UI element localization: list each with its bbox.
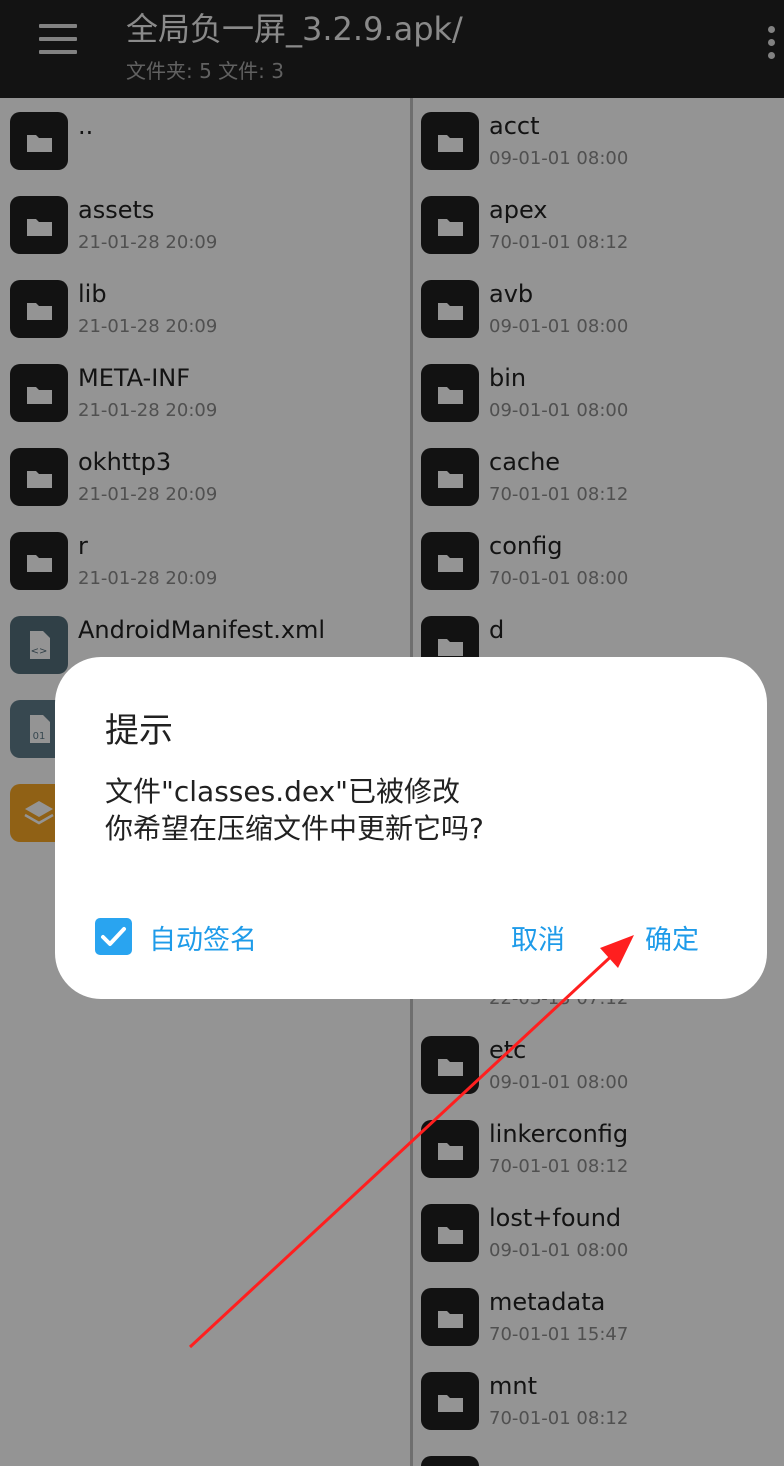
auto-sign-checkbox[interactable] (95, 918, 132, 955)
checkmark-icon (101, 927, 126, 946)
dialog-message-line: 文件"classes.dex"已被修改 (105, 775, 461, 808)
update-archive-dialog: 提示 文件"classes.dex"已被修改 你希望在压缩文件中更新它吗? 自动… (55, 657, 767, 999)
dialog-message-line: 你希望在压缩文件中更新它吗? (105, 812, 484, 845)
auto-sign-label[interactable]: 自动签名 (149, 918, 257, 957)
cancel-button[interactable]: 取消 (511, 918, 565, 957)
dialog-title: 提示 (105, 711, 173, 751)
ok-button[interactable]: 确定 (645, 918, 699, 957)
dialog-message: 文件"classes.dex"已被修改 你希望在压缩文件中更新它吗? (105, 773, 484, 847)
